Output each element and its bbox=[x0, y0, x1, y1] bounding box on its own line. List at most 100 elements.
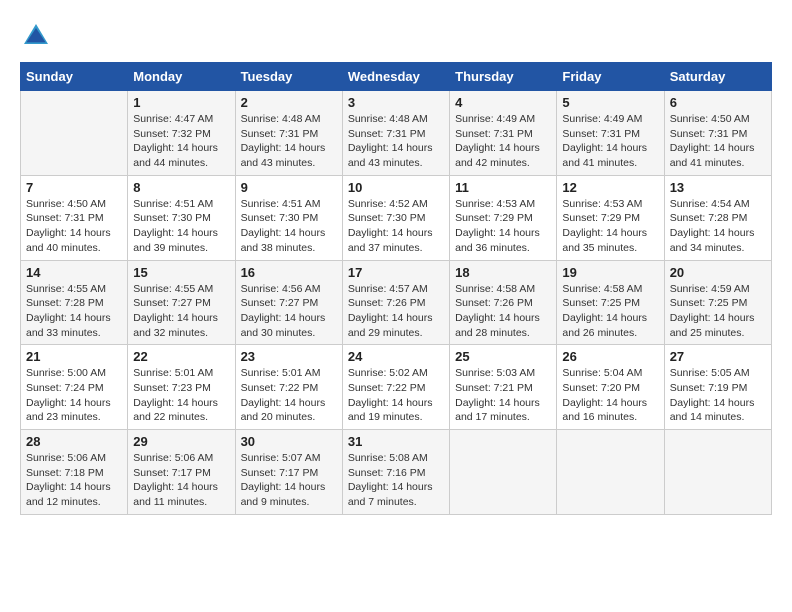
day-number: 13 bbox=[670, 180, 766, 195]
calendar-cell: 24 Sunrise: 5:02 AM Sunset: 7:22 PM Dayli… bbox=[342, 345, 449, 430]
week-row-5: 28 Sunrise: 5:06 AM Sunset: 7:18 PM Dayli… bbox=[21, 430, 772, 515]
day-info: Sunrise: 5:05 AM Sunset: 7:19 PM Dayligh… bbox=[670, 366, 766, 425]
day-number: 3 bbox=[348, 95, 444, 110]
day-info: Sunrise: 4:56 AM Sunset: 7:27 PM Dayligh… bbox=[241, 282, 337, 341]
day-number: 1 bbox=[133, 95, 229, 110]
day-info: Sunrise: 5:07 AM Sunset: 7:17 PM Dayligh… bbox=[241, 451, 337, 510]
calendar-header-row: SundayMondayTuesdayWednesdayThursdayFrid… bbox=[21, 63, 772, 91]
calendar-cell bbox=[664, 430, 771, 515]
day-info: Sunrise: 4:51 AM Sunset: 7:30 PM Dayligh… bbox=[133, 197, 229, 256]
day-info: Sunrise: 4:59 AM Sunset: 7:25 PM Dayligh… bbox=[670, 282, 766, 341]
day-number: 2 bbox=[241, 95, 337, 110]
header-tuesday: Tuesday bbox=[235, 63, 342, 91]
day-number: 16 bbox=[241, 265, 337, 280]
day-number: 10 bbox=[348, 180, 444, 195]
calendar-cell: 19 Sunrise: 4:58 AM Sunset: 7:25 PM Dayli… bbox=[557, 260, 664, 345]
day-info: Sunrise: 4:49 AM Sunset: 7:31 PM Dayligh… bbox=[562, 112, 658, 171]
week-row-2: 7 Sunrise: 4:50 AM Sunset: 7:31 PM Daylig… bbox=[21, 175, 772, 260]
week-row-4: 21 Sunrise: 5:00 AM Sunset: 7:24 PM Dayli… bbox=[21, 345, 772, 430]
calendar-cell: 30 Sunrise: 5:07 AM Sunset: 7:17 PM Dayli… bbox=[235, 430, 342, 515]
day-info: Sunrise: 5:00 AM Sunset: 7:24 PM Dayligh… bbox=[26, 366, 122, 425]
day-info: Sunrise: 4:52 AM Sunset: 7:30 PM Dayligh… bbox=[348, 197, 444, 256]
day-info: Sunrise: 4:47 AM Sunset: 7:32 PM Dayligh… bbox=[133, 112, 229, 171]
day-number: 27 bbox=[670, 349, 766, 364]
calendar-cell: 27 Sunrise: 5:05 AM Sunset: 7:19 PM Dayli… bbox=[664, 345, 771, 430]
day-number: 30 bbox=[241, 434, 337, 449]
day-info: Sunrise: 5:01 AM Sunset: 7:22 PM Dayligh… bbox=[241, 366, 337, 425]
calendar-cell: 23 Sunrise: 5:01 AM Sunset: 7:22 PM Dayli… bbox=[235, 345, 342, 430]
calendar-cell: 8 Sunrise: 4:51 AM Sunset: 7:30 PM Daylig… bbox=[128, 175, 235, 260]
calendar-cell: 2Sunrise: 4:48 AM Sunset: 7:31 PM Daylig… bbox=[235, 91, 342, 176]
day-number: 25 bbox=[455, 349, 551, 364]
day-info: Sunrise: 4:50 AM Sunset: 7:31 PM Dayligh… bbox=[26, 197, 122, 256]
week-row-3: 14 Sunrise: 4:55 AM Sunset: 7:28 PM Dayli… bbox=[21, 260, 772, 345]
day-number: 11 bbox=[455, 180, 551, 195]
calendar-cell: 18Sunrise: 4:58 AM Sunset: 7:26 PM Dayli… bbox=[450, 260, 557, 345]
calendar-table: SundayMondayTuesdayWednesdayThursdayFrid… bbox=[20, 62, 772, 515]
day-number: 4 bbox=[455, 95, 551, 110]
calendar-cell bbox=[450, 430, 557, 515]
calendar-cell: 1 Sunrise: 4:47 AM Sunset: 7:32 PM Daylig… bbox=[128, 91, 235, 176]
calendar-cell bbox=[21, 91, 128, 176]
week-row-1: 1 Sunrise: 4:47 AM Sunset: 7:32 PM Daylig… bbox=[21, 91, 772, 176]
day-info: Sunrise: 4:57 AM Sunset: 7:26 PM Dayligh… bbox=[348, 282, 444, 341]
calendar-cell bbox=[557, 430, 664, 515]
day-number: 14 bbox=[26, 265, 122, 280]
day-number: 28 bbox=[26, 434, 122, 449]
calendar-cell: 6Sunrise: 4:50 AM Sunset: 7:31 PM Daylig… bbox=[664, 91, 771, 176]
calendar-cell: 7 Sunrise: 4:50 AM Sunset: 7:31 PM Daylig… bbox=[21, 175, 128, 260]
calendar-cell: 14 Sunrise: 4:55 AM Sunset: 7:28 PM Dayli… bbox=[21, 260, 128, 345]
day-number: 7 bbox=[26, 180, 122, 195]
day-info: Sunrise: 4:55 AM Sunset: 7:27 PM Dayligh… bbox=[133, 282, 229, 341]
day-info: Sunrise: 5:02 AM Sunset: 7:22 PM Dayligh… bbox=[348, 366, 444, 425]
day-number: 29 bbox=[133, 434, 229, 449]
calendar-cell: 29 Sunrise: 5:06 AM Sunset: 7:17 PM Dayli… bbox=[128, 430, 235, 515]
day-number: 20 bbox=[670, 265, 766, 280]
calendar-cell: 25 Sunrise: 5:03 AM Sunset: 7:21 PM Dayli… bbox=[450, 345, 557, 430]
day-number: 9 bbox=[241, 180, 337, 195]
day-info: Sunrise: 5:03 AM Sunset: 7:21 PM Dayligh… bbox=[455, 366, 551, 425]
calendar-cell: 16 Sunrise: 4:56 AM Sunset: 7:27 PM Dayli… bbox=[235, 260, 342, 345]
day-number: 15 bbox=[133, 265, 229, 280]
calendar-cell: 11 Sunrise: 4:53 AM Sunset: 7:29 PM Dayli… bbox=[450, 175, 557, 260]
day-number: 5 bbox=[562, 95, 658, 110]
day-number: 22 bbox=[133, 349, 229, 364]
day-number: 21 bbox=[26, 349, 122, 364]
day-info: Sunrise: 4:49 AM Sunset: 7:31 PM Dayligh… bbox=[455, 112, 551, 171]
day-info: Sunrise: 4:51 AM Sunset: 7:30 PM Dayligh… bbox=[241, 197, 337, 256]
calendar-cell: 26 Sunrise: 5:04 AM Sunset: 7:20 PM Dayli… bbox=[557, 345, 664, 430]
day-number: 24 bbox=[348, 349, 444, 364]
calendar-cell: 31Sunrise: 5:08 AM Sunset: 7:16 PM Dayli… bbox=[342, 430, 449, 515]
header-monday: Monday bbox=[128, 63, 235, 91]
calendar-cell: 3 Sunrise: 4:48 AM Sunset: 7:31 PM Daylig… bbox=[342, 91, 449, 176]
day-number: 18 bbox=[455, 265, 551, 280]
day-number: 23 bbox=[241, 349, 337, 364]
day-info: Sunrise: 4:58 AM Sunset: 7:25 PM Dayligh… bbox=[562, 282, 658, 341]
day-info: Sunrise: 5:06 AM Sunset: 7:17 PM Dayligh… bbox=[133, 451, 229, 510]
day-info: Sunrise: 4:55 AM Sunset: 7:28 PM Dayligh… bbox=[26, 282, 122, 341]
calendar-cell: 12Sunrise: 4:53 AM Sunset: 7:29 PM Dayli… bbox=[557, 175, 664, 260]
day-number: 26 bbox=[562, 349, 658, 364]
day-info: Sunrise: 4:54 AM Sunset: 7:28 PM Dayligh… bbox=[670, 197, 766, 256]
logo bbox=[20, 20, 54, 52]
day-number: 19 bbox=[562, 265, 658, 280]
day-number: 6 bbox=[670, 95, 766, 110]
day-info: Sunrise: 4:53 AM Sunset: 7:29 PM Dayligh… bbox=[562, 197, 658, 256]
day-info: Sunrise: 5:08 AM Sunset: 7:16 PM Dayligh… bbox=[348, 451, 444, 510]
calendar-cell: 5 Sunrise: 4:49 AM Sunset: 7:31 PM Daylig… bbox=[557, 91, 664, 176]
calendar-cell: 4 Sunrise: 4:49 AM Sunset: 7:31 PM Daylig… bbox=[450, 91, 557, 176]
calendar-cell: 20 Sunrise: 4:59 AM Sunset: 7:25 PM Dayli… bbox=[664, 260, 771, 345]
calendar-cell: 9 Sunrise: 4:51 AM Sunset: 7:30 PM Daylig… bbox=[235, 175, 342, 260]
calendar-cell: 17 Sunrise: 4:57 AM Sunset: 7:26 PM Dayli… bbox=[342, 260, 449, 345]
day-info: Sunrise: 4:53 AM Sunset: 7:29 PM Dayligh… bbox=[455, 197, 551, 256]
day-info: Sunrise: 5:01 AM Sunset: 7:23 PM Dayligh… bbox=[133, 366, 229, 425]
calendar-cell: 22 Sunrise: 5:01 AM Sunset: 7:23 PM Dayli… bbox=[128, 345, 235, 430]
day-info: Sunrise: 4:48 AM Sunset: 7:31 PM Dayligh… bbox=[348, 112, 444, 171]
day-number: 17 bbox=[348, 265, 444, 280]
calendar-cell: 15 Sunrise: 4:55 AM Sunset: 7:27 PM Dayli… bbox=[128, 260, 235, 345]
header-friday: Friday bbox=[557, 63, 664, 91]
day-info: Sunrise: 5:06 AM Sunset: 7:18 PM Dayligh… bbox=[26, 451, 122, 510]
calendar-cell: 28 Sunrise: 5:06 AM Sunset: 7:18 PM Dayli… bbox=[21, 430, 128, 515]
day-info: Sunrise: 5:04 AM Sunset: 7:20 PM Dayligh… bbox=[562, 366, 658, 425]
day-number: 8 bbox=[133, 180, 229, 195]
